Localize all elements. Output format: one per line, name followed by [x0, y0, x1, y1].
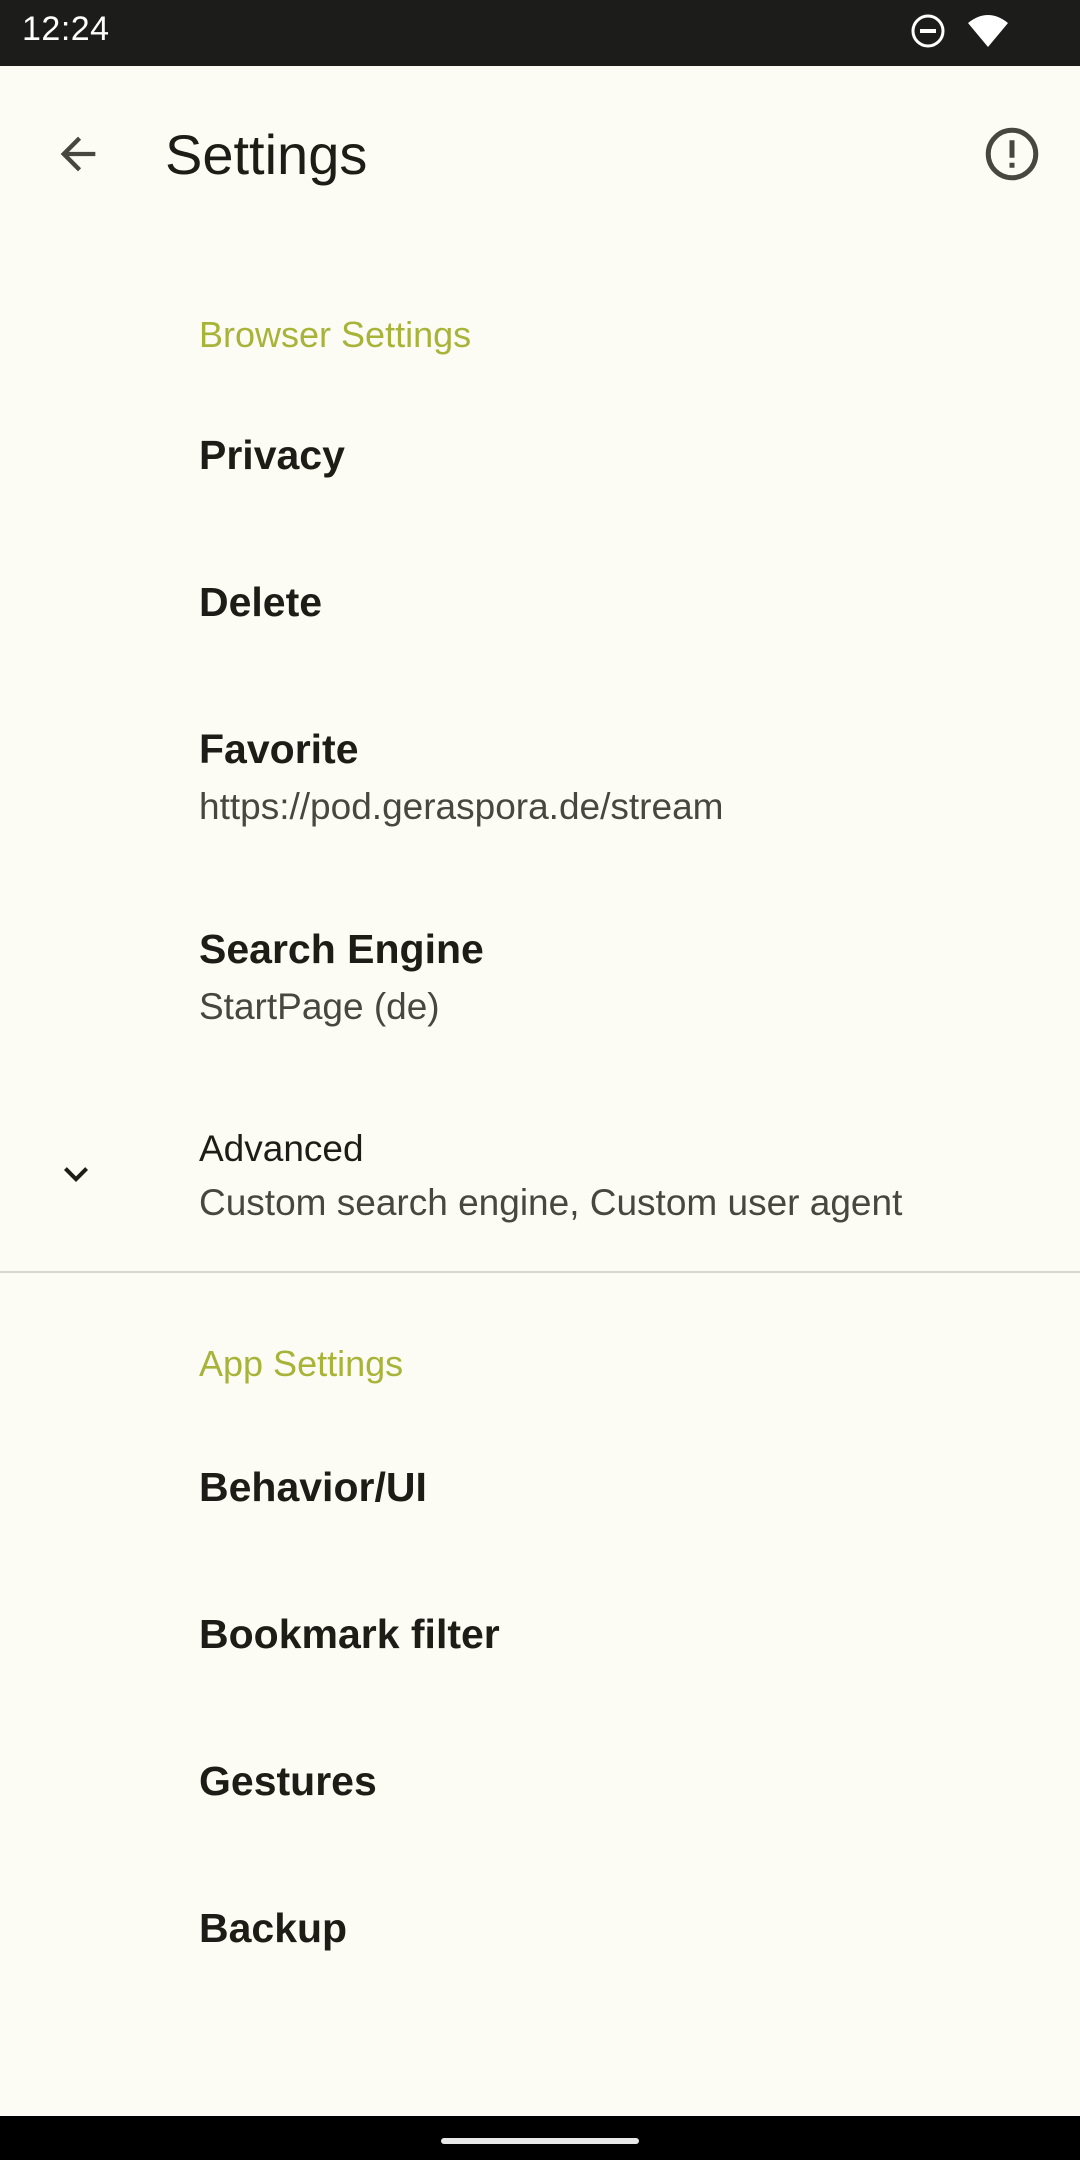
- section-divider: [0, 1271, 1080, 1273]
- back-button[interactable]: [40, 118, 116, 194]
- pref-item-favorite[interactable]: Favorite https://pod.geraspora.de/stream: [0, 694, 1080, 854]
- pref-title: Bookmark filter: [199, 1611, 500, 1657]
- pref-item-bookmark-filter[interactable]: Bookmark filter: [0, 1575, 1080, 1695]
- chevron-down-icon: [52, 1150, 100, 1203]
- pref-title: Backup: [199, 1905, 348, 1951]
- pref-summary: https://pod.geraspora.de/stream: [199, 786, 724, 827]
- app-bar: Settings: [0, 66, 1080, 246]
- pref-summary: Custom search engine, Custom user agent: [199, 1182, 903, 1223]
- pref-item-search-engine[interactable]: Search Engine StartPage (de): [0, 894, 1080, 1054]
- pref-item-delete[interactable]: Delete: [0, 547, 1080, 667]
- pref-title: Privacy: [199, 432, 345, 478]
- pref-title: Delete: [199, 579, 323, 625]
- pref-item-privacy[interactable]: Privacy: [0, 400, 1080, 520]
- status-icons: [910, 13, 1010, 54]
- pref-item-backup[interactable]: Backup: [0, 1869, 1080, 1989]
- pref-title: Gestures: [199, 1758, 377, 1804]
- navigation-bar: [0, 2116, 1080, 2160]
- section-header-app-settings: App Settings: [199, 1343, 404, 1384]
- do-not-disturb-icon: [910, 13, 946, 54]
- pref-summary: StartPage (de): [199, 986, 440, 1027]
- pref-item-gestures[interactable]: Gestures: [0, 1722, 1080, 1842]
- pref-title: Advanced: [199, 1128, 364, 1169]
- section-header-browser-settings: Browser Settings: [199, 314, 472, 355]
- status-bar: 12:24: [0, 0, 1080, 66]
- wifi-icon: [966, 13, 1010, 54]
- pref-title: Behavior/UI: [199, 1464, 427, 1510]
- pref-title: Search Engine: [199, 926, 484, 972]
- info-button[interactable]: [974, 118, 1050, 194]
- pref-item-advanced[interactable]: Advanced Custom search engine, Custom us…: [0, 1090, 1080, 1260]
- arrow-back-icon: [52, 128, 104, 185]
- status-time: 12:24: [22, 10, 110, 48]
- page-title: Settings: [165, 123, 368, 186]
- home-gesture-handle[interactable]: [441, 2138, 639, 2144]
- pref-item-behavior-ui[interactable]: Behavior/UI: [0, 1428, 1080, 1548]
- pref-title: Favorite: [199, 726, 359, 772]
- exclamation-circle-icon: [982, 124, 1042, 189]
